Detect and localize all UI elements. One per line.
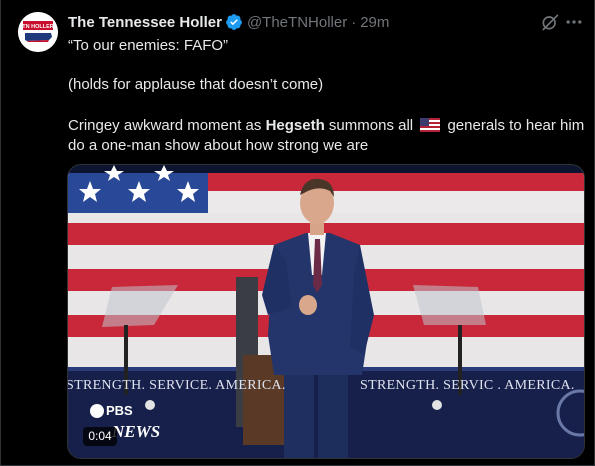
- tweet-text-line-4: do a one-man show about how strong we ar…: [68, 137, 369, 154]
- separator-dot: ·: [351, 13, 357, 31]
- stage-banner-right: STRENGTH. SERVIC . AMERICA.: [360, 378, 575, 393]
- bold-name: Hegseth: [265, 117, 325, 134]
- more-options-icon[interactable]: [564, 12, 584, 32]
- tweet-text-line-3: Cringey awkward moment as Hegseth summon…: [68, 116, 584, 136]
- video-timestamp: 0:04: [83, 427, 117, 446]
- svg-text:TN HOLLER: TN HOLLER: [22, 24, 53, 30]
- pbs-head-icon: [90, 403, 104, 418]
- pbs-logo-top: PBS: [106, 403, 133, 418]
- tweet-card[interactable]: TN HOLLER The Tennessee Holler @TheTNHol…: [0, 0, 595, 466]
- post-time[interactable]: 29m: [360, 14, 389, 31]
- author-handle[interactable]: @TheTNHoller: [247, 14, 347, 31]
- video-frame: [68, 165, 584, 458]
- tweet-text-line-2: (holds for applause that doesn’t come): [68, 76, 324, 93]
- stage-banner-left: STRENGTH. SERVICE. AMERICA.: [67, 378, 286, 393]
- tweet-header: The Tennessee Holler @TheTNHoller · 29m: [68, 12, 389, 32]
- pbs-logo-bottom: NEWS: [112, 422, 161, 441]
- text-fragment: summons all: [324, 117, 418, 134]
- author-avatar[interactable]: TN HOLLER: [18, 12, 58, 52]
- text-fragment: generals to hear him: [443, 117, 585, 134]
- tn-holler-logo: TN HOLLER: [18, 12, 58, 52]
- verified-badge-icon: [226, 14, 242, 30]
- video-player[interactable]: STRENGTH. SERVICE. AMERICA. STRENGTH. SE…: [67, 164, 585, 459]
- text-fragment: Cringey awkward moment as: [68, 117, 266, 134]
- grok-icon[interactable]: [540, 12, 560, 32]
- author-name[interactable]: The Tennessee Holler: [68, 14, 222, 31]
- us-flag-emoji: [420, 118, 441, 132]
- tweet-text-line-1: “To our enemies: FAFO”: [68, 37, 229, 54]
